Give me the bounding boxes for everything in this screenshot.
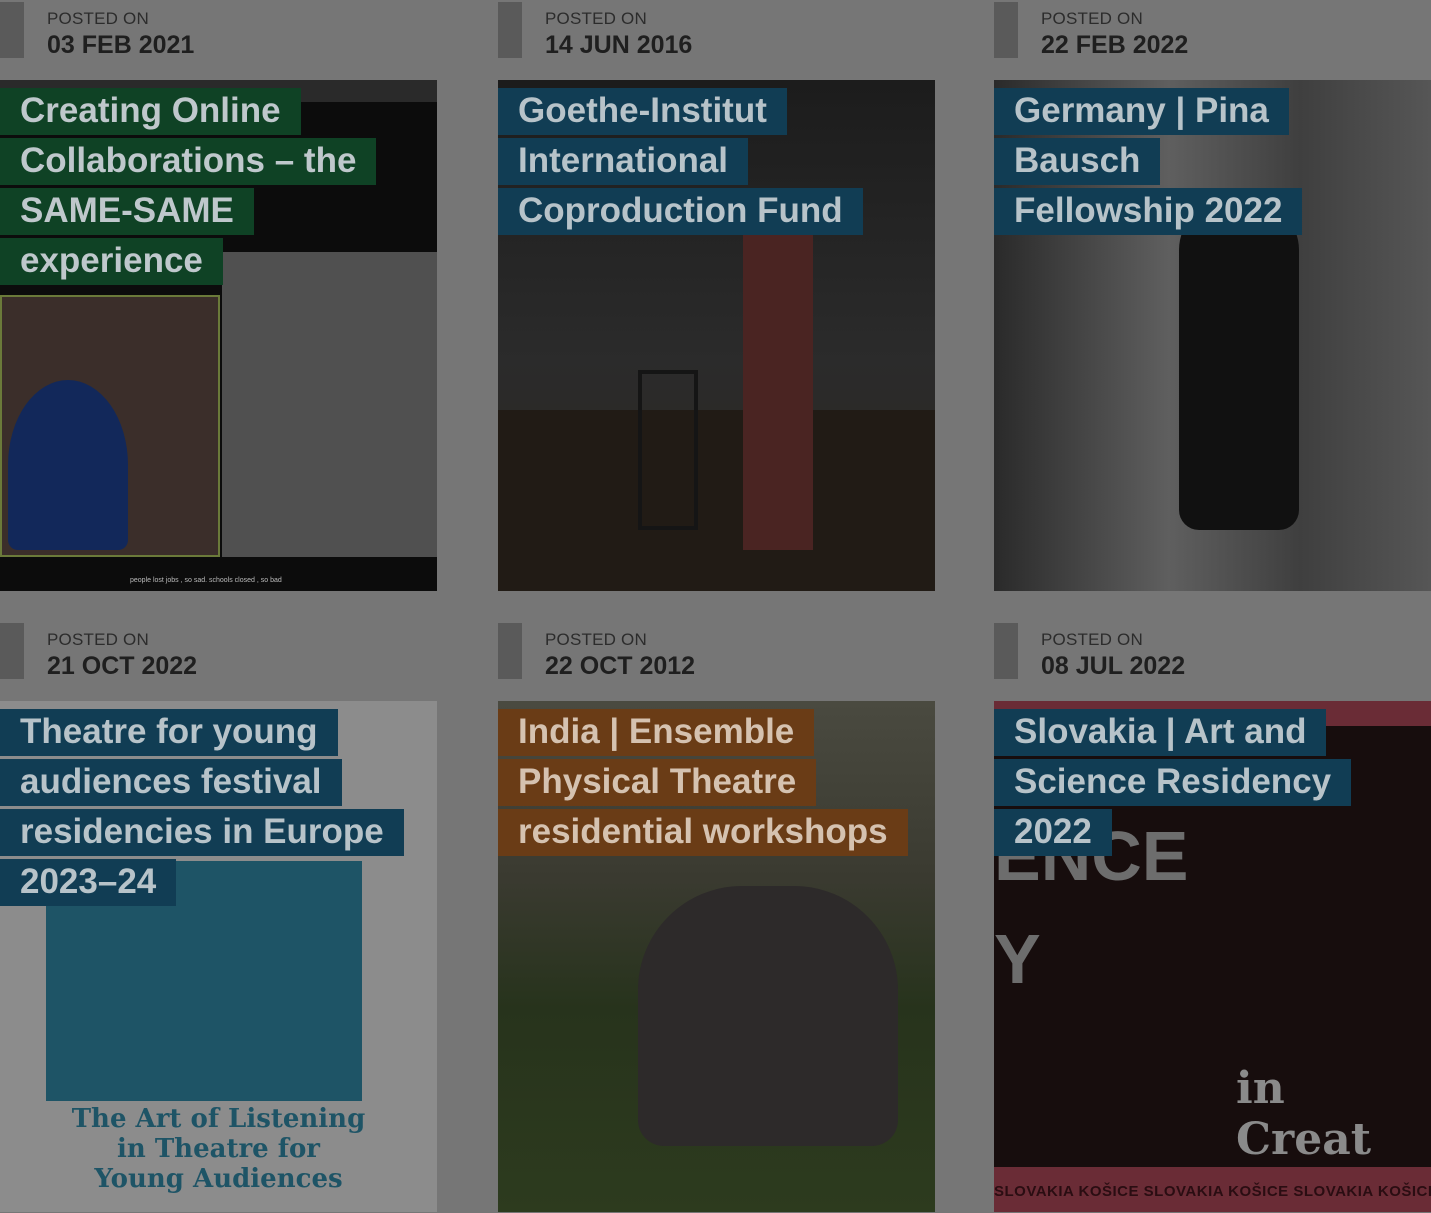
title-line: Theatre for young [0, 709, 338, 756]
post-thumbnail-link[interactable]: India | Ensemble Physical Theatre reside… [498, 701, 935, 1212]
title-line: Science Residency [994, 759, 1352, 806]
title-line: International [498, 138, 749, 185]
date-accent-bar [994, 2, 1018, 58]
posted-on-label: POSTED ON [545, 9, 647, 28]
title-line: residencies in Europe [0, 809, 404, 856]
poster-letter: Y [994, 920, 1041, 998]
title-line: Goethe-Institut [498, 88, 787, 135]
title-line: Fellowship 2022 [994, 188, 1303, 235]
posted-on-label: POSTED ON [545, 630, 647, 649]
title-line: Physical Theatre [498, 759, 817, 806]
post-title-link[interactable]: Theatre for young audiences festival res… [0, 707, 416, 907]
post-title-link[interactable]: India | Ensemble Physical Theatre reside… [498, 707, 920, 857]
post-title-link[interactable]: Creating Online Collaborations – the SAM… [0, 86, 388, 286]
poster-tagline: in Creat [1236, 1063, 1372, 1165]
posted-on-label: POSTED ON [47, 9, 149, 28]
post-date-block: POSTED ON 22 FEB 2022 [994, 0, 1431, 80]
title-line: 2022 [994, 809, 1112, 856]
post-card: POSTED ON 14 JUN 2016 Goethe-Institut In… [498, 0, 935, 591]
date-accent-bar [994, 623, 1018, 679]
post-title-link[interactable]: Germany | Pina Bausch Fellowship 2022 [994, 86, 1431, 236]
date-accent-bar [0, 623, 24, 679]
title-line: audiences festival [0, 759, 342, 806]
poster-location-tags: SLOVAKIA KOŠICE SLOVAKIA KOŠICE SLOVAKIA… [994, 1183, 1431, 1200]
posted-on-label: POSTED ON [1041, 630, 1143, 649]
post-thumbnail-link[interactable]: The Art of Listening in Theatre for Youn… [0, 701, 437, 1212]
post-thumbnail-link[interactable]: people lost jobs , so sad. schools close… [0, 80, 437, 591]
title-line: Collaborations – the [0, 138, 377, 185]
post-date: 03 FEB 2021 [47, 31, 195, 59]
post-thumbnail-link[interactable]: ENCE Y in Creat SLOVAKIA KOŠICE SLOVAKIA… [994, 701, 1431, 1212]
post-card: POSTED ON 08 JUL 2022 ENCE Y in Creat SL… [994, 621, 1431, 1212]
title-line: SAME-SAME [0, 188, 254, 235]
title-line: residential workshops [498, 809, 908, 856]
post-thumbnail-link[interactable]: Goethe-Institut International Coproducti… [498, 80, 935, 591]
poster-text: The Art of Listening in Theatre for Youn… [71, 1104, 366, 1194]
date-accent-bar [498, 623, 522, 679]
post-date-block: POSTED ON 08 JUL 2022 [994, 621, 1431, 701]
title-line: Slovakia | Art and [994, 709, 1327, 756]
post-date: 21 OCT 2022 [47, 652, 198, 680]
post-date-block: POSTED ON 22 OCT 2012 [498, 621, 935, 701]
posted-on-label: POSTED ON [47, 630, 149, 649]
post-card: POSTED ON 21 OCT 2022 The Art of Listeni… [0, 621, 437, 1212]
posts-grid: POSTED ON 03 FEB 2021 people lost jobs ,… [0, 0, 1431, 1213]
post-date: 08 JUL 2022 [1041, 652, 1186, 680]
date-accent-bar [498, 2, 522, 58]
posted-on-label: POSTED ON [1041, 9, 1143, 28]
image-caption-text: people lost jobs , so sad. schools close… [130, 577, 282, 584]
post-date-block: POSTED ON 21 OCT 2022 [0, 621, 437, 701]
title-line: India | Ensemble [498, 709, 815, 756]
post-date: 14 JUN 2016 [545, 31, 693, 59]
post-date-block: POSTED ON 14 JUN 2016 [498, 0, 935, 80]
post-date: 22 FEB 2022 [1041, 31, 1189, 59]
title-line: 2023–24 [0, 859, 177, 906]
post-card: POSTED ON 22 FEB 2022 Germany | Pina Bau… [994, 0, 1431, 591]
title-line: Creating Online [0, 88, 301, 135]
post-title-link[interactable]: Slovakia | Art and Science Residency 202… [994, 707, 1363, 857]
post-title-link[interactable]: Goethe-Institut International Coproducti… [498, 86, 875, 236]
title-line: Coproduction Fund [498, 188, 863, 235]
post-card: POSTED ON 03 FEB 2021 people lost jobs ,… [0, 0, 437, 591]
post-card: POSTED ON 22 OCT 2012 India | Ensemble P… [498, 621, 935, 1212]
post-thumbnail-link[interactable]: Germany | Pina Bausch Fellowship 2022 [994, 80, 1431, 591]
post-date: 22 OCT 2012 [545, 652, 696, 680]
date-accent-bar [0, 2, 24, 58]
post-date-block: POSTED ON 03 FEB 2021 [0, 0, 437, 80]
title-line: Germany | Pina Bausch [994, 88, 1289, 185]
title-line: experience [0, 238, 223, 285]
